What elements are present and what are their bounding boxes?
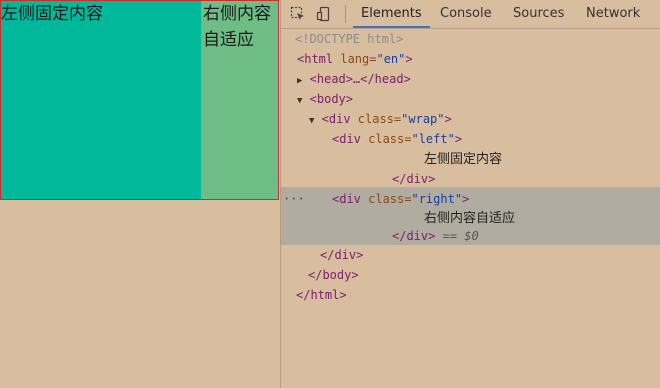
left-attr-value: "left"	[411, 132, 455, 146]
selected-marker: == $0	[442, 229, 479, 243]
wrap-tag: <div	[321, 112, 351, 126]
dom-node-right-close[interactable]: </div> == $0	[392, 226, 652, 246]
wrap-attr-value: "wrap"	[401, 112, 445, 126]
dom-node-head[interactable]: ▶ <head>…</head>	[297, 69, 660, 89]
wrap-tag-end: >	[444, 112, 452, 126]
right-text-node: 右侧内容自适应	[424, 211, 516, 226]
html-close-tag: </html>	[296, 288, 347, 302]
device-toolbar-icon[interactable]	[316, 6, 332, 22]
dom-node-left-close[interactable]: </div>	[392, 169, 660, 189]
right-attr-value: "right"	[411, 192, 463, 206]
dom-node-wrap[interactable]: ▼ <div class="wrap">	[309, 109, 660, 129]
body-close-tag: </body>	[308, 268, 359, 282]
right-attr: class=	[360, 192, 412, 206]
devtools-panel: Elements Console Sources Network <!DOCTY…	[281, 0, 660, 388]
wrap-container: 左侧固定内容 右侧内容自适应	[0, 0, 279, 200]
left-tag-end: >	[454, 132, 463, 146]
inspect-element-icon[interactable]	[290, 6, 306, 22]
right-fluid-box: 右侧内容自适应	[203, 4, 271, 50]
expand-triangle-icon[interactable]: ▶	[297, 76, 302, 86]
tab-network[interactable]: Network	[586, 0, 640, 26]
dom-node-html[interactable]: <html lang="en">	[297, 49, 660, 69]
doctype-text: <!DOCTYPE html>	[295, 32, 404, 46]
collapse-triangle-icon[interactable]: ▼	[297, 96, 302, 106]
body-tag: <body>	[309, 92, 354, 106]
dom-text-right[interactable]: 右侧内容自适应	[424, 208, 654, 228]
wrap-close-tag: </div>	[320, 248, 364, 262]
html-attr: lang=	[333, 52, 377, 66]
right-tag-end: >	[462, 192, 470, 206]
devtools-toolbar: Elements Console Sources Network	[281, 0, 660, 29]
html-tag: <html	[297, 52, 334, 66]
left-attr: class=	[360, 132, 412, 146]
dom-node-wrap-close[interactable]: </div>	[320, 245, 660, 265]
left-fixed-box: 左侧固定内容	[1, 1, 201, 199]
dom-node-doctype[interactable]: <!DOCTYPE html>	[295, 29, 660, 49]
page-viewport: 左侧固定内容 右侧内容自适应	[0, 0, 280, 388]
left-text-node: 左侧固定内容	[424, 152, 503, 167]
tab-sources[interactable]: Sources	[513, 0, 564, 26]
tab-elements[interactable]: Elements	[353, 0, 430, 28]
toolbar-separator	[345, 5, 346, 23]
head-tag: <head>…</head>	[309, 72, 411, 86]
dom-node-left[interactable]: <div class="left">	[332, 129, 660, 149]
dom-node-right[interactable]: <div class="right">	[332, 189, 632, 209]
dom-node-html-close[interactable]: </html>	[296, 285, 660, 305]
right-tag: <div	[332, 192, 361, 206]
left-close-tag: </div>	[392, 172, 436, 186]
dom-node-body-close[interactable]: </body>	[308, 265, 660, 285]
tab-console[interactable]: Console	[440, 0, 492, 26]
dom-text-left[interactable]: 左侧固定内容	[424, 149, 660, 169]
right-close-tag: </div>	[392, 229, 436, 243]
collapse-triangle-icon[interactable]: ▼	[309, 116, 314, 126]
more-actions-icon[interactable]: ···	[283, 192, 305, 206]
html-attr-value: "en"	[376, 52, 406, 66]
dom-node-body[interactable]: ▼ <body>	[297, 89, 660, 109]
html-tag-end: >	[405, 52, 413, 66]
wrap-attr: class=	[350, 112, 402, 126]
left-tag: <div	[332, 132, 361, 146]
